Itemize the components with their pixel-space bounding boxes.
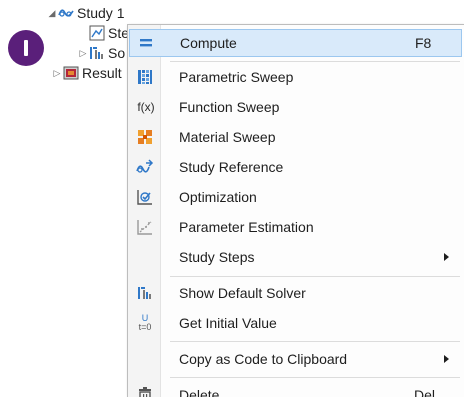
tree-node-solver[interactable]: ▷ So [77,43,126,63]
parameter-estimation-icon [136,218,154,236]
tree-label-results: Result [82,65,122,81]
menu-item-parametric-sweep[interactable]: Parametric Sweep [128,63,463,91]
tree-label-step: Ste [108,25,130,41]
menu-label-get-initial-value: Get Initial Value [179,315,277,331]
tree-label-study: Study 1 [77,5,125,21]
tree-label-solver: So [108,45,126,61]
compute-icon [137,34,155,52]
menu-label-copy-as-code: Copy as Code to Clipboard [179,351,348,367]
menu-shortcut-compute: F8 [415,35,432,51]
menu-label-material-sweep: Material Sweep [179,129,276,145]
function-sweep-icon: f(x) [137,100,155,114]
menu-label-study-steps: Study Steps [179,249,255,265]
study-icon [58,5,74,21]
menu-item-function-sweep[interactable]: f(x) Function Sweep [128,93,463,121]
collapsed-arrow-icon[interactable]: ▷ [51,67,63,79]
tree-node-results[interactable]: ▷ Result [51,63,122,83]
submenu-arrow-icon [444,355,449,363]
menu-item-copy-as-code[interactable]: Copy as Code to Clipboard [128,345,463,373]
menu-item-parameter-estimation[interactable]: Parameter Estimation [128,213,463,241]
step-icon [89,25,105,41]
menu-separator [170,61,460,62]
menu-item-delete[interactable]: Delete Del [128,381,463,397]
menu-label-show-default-solver: Show Default Solver [179,285,306,301]
menu-separator [170,341,460,342]
menu-item-study-reference[interactable]: Study Reference [128,153,463,181]
menu-item-optimization[interactable]: Optimization [128,183,463,211]
menu-label-parameter-estimation: Parameter Estimation [179,219,314,235]
menu-item-show-default-solver[interactable]: Show Default Solver [128,279,463,307]
initial-value-icon: U t=0 [136,314,154,332]
expanded-arrow-icon[interactable]: ◢ [46,7,58,19]
menu-item-get-initial-value[interactable]: U t=0 Get Initial Value [128,309,463,337]
context-menu: Compute F8 Parametric Sweep f(x) Functio… [127,24,464,397]
menu-separator [170,377,460,378]
menu-label-study-reference: Study Reference [179,159,284,175]
menu-separator [170,276,460,277]
tree-node-study[interactable]: ◢ Study 1 [46,3,125,23]
menu-label-parametric-sweep: Parametric Sweep [179,69,294,85]
menu-item-material-sweep[interactable]: Material Sweep [128,123,463,151]
study-reference-icon [136,158,154,176]
menu-label-compute: Compute [180,35,237,51]
solver-icon [136,284,154,302]
solver-configurations-icon [89,45,105,61]
tree-node-step[interactable]: Ste [89,23,129,43]
trash-icon [136,386,154,397]
menu-label-optimization: Optimization [179,189,257,205]
submenu-arrow-icon [444,253,449,261]
step-marker-bar [24,40,28,56]
parametric-sweep-icon [136,68,154,86]
optimization-icon [136,188,154,206]
menu-item-study-steps[interactable]: Study Steps [128,243,463,271]
step-marker-badge [8,30,44,66]
menu-label-function-sweep: Function Sweep [179,99,280,115]
collapsed-arrow-icon[interactable]: ▷ [77,47,89,59]
menu-item-compute[interactable]: Compute F8 [129,29,462,57]
results-icon [63,65,79,81]
initial-value-icon-bottom: t=0 [138,322,152,332]
material-sweep-icon [136,128,154,146]
